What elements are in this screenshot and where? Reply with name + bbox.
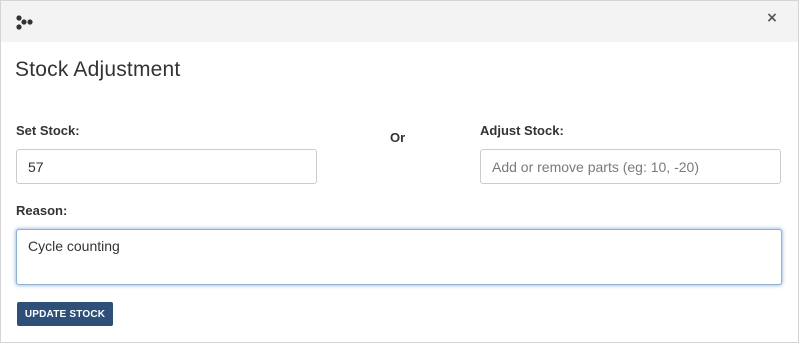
close-button[interactable]: × — [763, 9, 781, 27]
dialog-header-bar: × — [1, 1, 798, 42]
set-stock-label: Set Stock: — [16, 123, 80, 138]
update-stock-button[interactable]: UPDATE STOCK — [17, 302, 113, 326]
reason-textarea[interactable]: Cycle counting — [16, 229, 782, 285]
stock-adjustment-dialog: × Stock Adjustment Set Stock: Or Adjust … — [0, 0, 799, 343]
adjust-stock-input[interactable] — [480, 149, 781, 184]
or-separator: Or — [390, 130, 406, 145]
dialog-title: Stock Adjustment — [15, 58, 181, 81]
set-stock-input[interactable] — [16, 149, 317, 184]
share-nodes-icon — [16, 15, 33, 30]
reason-label: Reason: — [16, 203, 68, 218]
adjust-stock-label: Adjust Stock: — [480, 123, 564, 138]
